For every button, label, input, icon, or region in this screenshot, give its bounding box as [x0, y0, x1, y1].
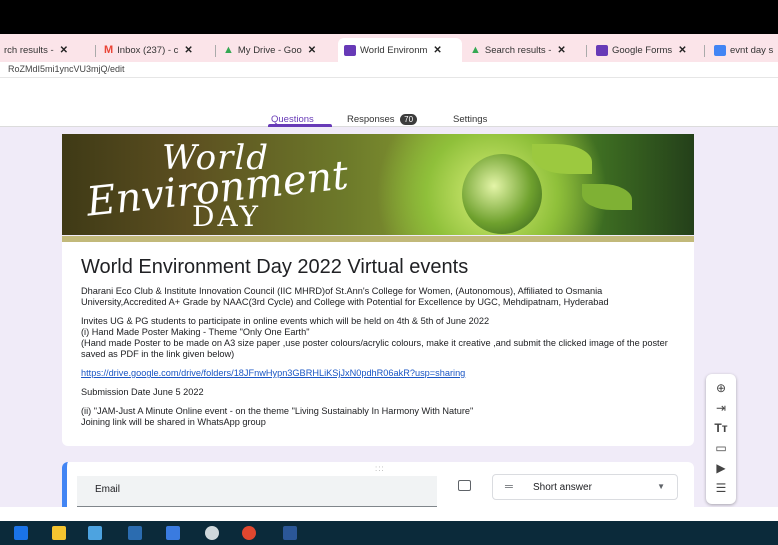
import-questions-icon[interactable]: ⇥: [713, 400, 729, 416]
tab-label: Search results -: [484, 44, 552, 56]
tab-responses[interactable]: Responses 70: [347, 114, 418, 126]
close-icon[interactable]: ✕: [308, 45, 316, 56]
close-icon[interactable]: ✕: [184, 45, 192, 56]
tab-search-results-1[interactable]: rch results - ✕: [0, 38, 93, 62]
add-video-icon[interactable]: ▶: [713, 460, 729, 476]
close-icon[interactable]: ✕: [678, 45, 686, 56]
add-image-icon[interactable]: ▭: [713, 440, 729, 456]
file-explorer-icon[interactable]: [52, 526, 66, 540]
question-type-select[interactable]: ═ Short answer ▼: [492, 474, 678, 500]
tab-settings[interactable]: Settings: [453, 114, 487, 125]
description-line: (ii) "JAM-Just A Minute Online event - o…: [81, 406, 474, 416]
tab-separator: [586, 45, 587, 57]
add-section-icon[interactable]: ☰: [713, 480, 729, 496]
form-header: Questions Responses 70 Settings: [0, 78, 778, 127]
address-bar[interactable]: RoZMdI5mi1yncVU3mjQ/edit: [0, 62, 778, 78]
form-description[interactable]: Dharani Eco Club & Institute Innovation …: [81, 286, 681, 436]
close-icon[interactable]: ✕: [60, 45, 68, 56]
tab-label: Google Forms: [612, 44, 673, 56]
tab-search-results-2[interactable]: ▲ Search results - ✕: [466, 38, 584, 62]
tab-separator: [215, 45, 216, 57]
description-paragraph: (ii) "JAM-Just A Minute Online event - o…: [81, 406, 681, 428]
mail-icon[interactable]: [128, 526, 142, 540]
add-title-icon[interactable]: Tт: [713, 420, 729, 436]
description-line: (i) Hand Made Poster Making - Theme "Onl…: [81, 327, 310, 337]
question-card[interactable]: ::: Email ═ Short answer ▼: [62, 462, 694, 507]
question-type-label: Short answer: [533, 482, 592, 493]
page-bottom: [0, 507, 778, 521]
chrome-icon[interactable]: [242, 526, 256, 540]
floating-toolbar: ⊕ ⇥ Tт ▭ ▶ ☰: [706, 374, 736, 504]
description-line: Joining link will be shared in WhatsApp …: [81, 417, 266, 427]
drag-handle[interactable]: :::: [375, 464, 385, 473]
word-icon[interactable]: [283, 526, 297, 540]
windows-taskbar: [0, 521, 778, 545]
active-tab-indicator: [268, 124, 332, 127]
gmail-icon: M: [104, 44, 114, 56]
short-answer-icon: ═: [505, 481, 513, 493]
media-icon[interactable]: [205, 526, 219, 540]
tab-event-day[interactable]: evnt day s: [708, 38, 778, 62]
url-text: RoZMdI5mi1yncVU3mjQ/edit: [8, 64, 125, 74]
tab-my-drive[interactable]: ▲ My Drive - Goo ✕: [219, 38, 334, 62]
form-title-card[interactable]: World Environment Day 2022 Virtual event…: [62, 236, 694, 446]
drive-icon: ▲: [223, 44, 234, 56]
description-paragraph: Dharani Eco Club & Institute Innovation …: [81, 286, 609, 307]
tab-label: Inbox (237) - c: [117, 44, 179, 56]
description-line: (Hand made Poster to be made on A3 size …: [81, 338, 668, 359]
chevron-down-icon: ▼: [657, 482, 665, 491]
store-icon[interactable]: [166, 526, 180, 540]
submission-date: Submission Date June 5 2022: [81, 387, 204, 397]
tab-label: My Drive - Goo: [237, 44, 302, 56]
tab-label: evnt day s: [730, 44, 774, 56]
responses-label: Responses: [347, 114, 395, 126]
start-icon[interactable]: [14, 526, 28, 540]
tab-inbox[interactable]: M Inbox (237) - c ✕: [100, 38, 213, 62]
tab-world-environment[interactable]: World Environm ✕: [338, 38, 462, 62]
tab-google-forms[interactable]: Google Forms ✕: [590, 38, 702, 62]
add-question-icon[interactable]: ⊕: [713, 380, 729, 396]
question-title-field[interactable]: Email: [77, 476, 437, 507]
description-line: Invites UG & PG students to participate …: [81, 316, 490, 326]
header-banner-image: World Environment DAY: [62, 134, 694, 235]
banner-text-day: DAY: [192, 200, 262, 233]
close-icon[interactable]: ✕: [433, 45, 441, 56]
form-title[interactable]: World Environment Day 2022 Virtual event…: [81, 256, 468, 279]
calendar-icon[interactable]: [88, 526, 102, 540]
description-paragraph: Invites UG & PG students to participate …: [81, 316, 681, 360]
tab-separator: [95, 45, 96, 57]
forms-icon: [596, 44, 608, 56]
docs-icon: [714, 44, 726, 56]
forms-icon: [344, 44, 356, 56]
drive-icon: ▲: [470, 44, 481, 56]
browser-tab-bar: rch results - ✕ M Inbox (237) - c ✕ ▲ My…: [0, 34, 778, 62]
tab-label: World Environm: [360, 44, 428, 56]
tab-label: rch results -: [4, 44, 54, 56]
close-icon[interactable]: ✕: [557, 45, 565, 56]
add-image-icon[interactable]: [458, 480, 471, 491]
drive-folder-link[interactable]: https://drive.google.com/drive/folders/1…: [81, 368, 465, 378]
tab-separator: [704, 45, 705, 57]
globe-image: [462, 154, 542, 234]
question-title: Email: [95, 484, 121, 495]
top-bar: [0, 0, 778, 34]
responses-count-badge: 70: [400, 114, 418, 125]
